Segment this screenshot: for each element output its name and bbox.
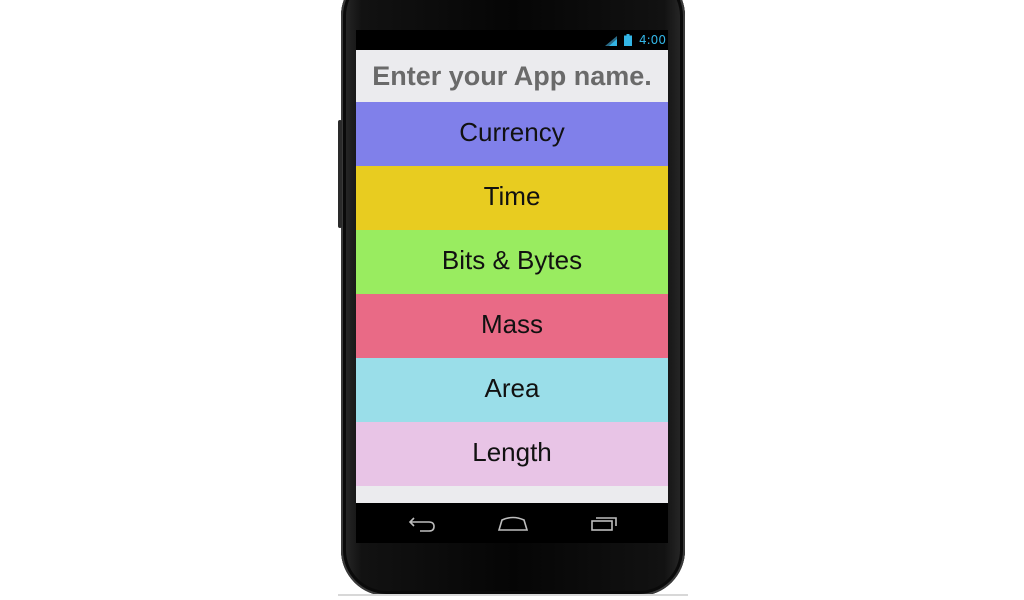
status-bar: 4:00: [356, 30, 668, 50]
recent-apps-icon: [591, 517, 617, 531]
category-bits-bytes-button[interactable]: Bits & Bytes: [356, 230, 668, 294]
app-title: Enter your App name.: [372, 61, 652, 91]
status-clock: 4:00: [639, 33, 666, 47]
category-length-button[interactable]: Length: [356, 422, 668, 486]
battery-icon: [624, 34, 632, 46]
home-button[interactable]: [496, 511, 530, 535]
baseline: [338, 594, 688, 596]
category-currency-button[interactable]: Currency: [356, 102, 668, 166]
navigation-bar: [356, 503, 668, 543]
category-mass-button[interactable]: Mass: [356, 294, 668, 358]
app-screen: Enter your App name. Currency Time Bits …: [356, 50, 668, 503]
home-icon: [497, 516, 529, 531]
category-time-button[interactable]: Time: [356, 166, 668, 230]
back-button[interactable]: [405, 511, 439, 535]
category-area-button[interactable]: Area: [356, 358, 668, 422]
recent-apps-button[interactable]: [588, 511, 622, 535]
emulator-stage: 4:00 Enter your App name. Currency Time …: [0, 0, 1024, 600]
volume-key: [338, 120, 342, 228]
signal-icon: [605, 36, 617, 46]
back-icon: [408, 517, 435, 532]
